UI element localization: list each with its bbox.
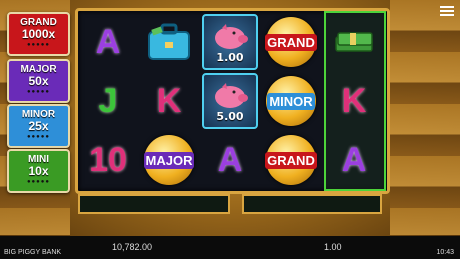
coin-label: GRAND	[265, 33, 317, 51]
vault-wall-right	[390, 0, 460, 235]
game-title: BIG PIGGY BANK	[4, 249, 62, 256]
symbol-label: K	[156, 82, 182, 120]
symbol-label: J	[98, 82, 118, 120]
symbol-k: K	[326, 73, 382, 129]
message-panel-right	[242, 194, 382, 214]
symbol-label: 10	[89, 141, 127, 179]
coin-label: MAJOR	[143, 151, 195, 169]
piggy-value: 5.00	[216, 110, 244, 123]
jackpot-major-value: 50x	[28, 74, 49, 88]
coin-minor: MINOR	[263, 73, 319, 129]
symbol-k: K	[141, 73, 197, 129]
menu-icon[interactable]	[440, 6, 454, 16]
clock: 10:43	[436, 249, 454, 256]
coin-major: MAJOR	[141, 132, 197, 188]
symbol-label: A	[217, 141, 243, 179]
jackpot-minor-pips: ●●●●●	[26, 134, 51, 140]
symbol-a: A	[326, 132, 382, 188]
symbol-a: A	[202, 132, 258, 188]
symbol-j: J	[80, 73, 136, 129]
reel-grid: A J 10 K MAJOR 1.00 5.00 A GRAND MINOR G…	[75, 8, 390, 194]
jackpot-grand: GRAND 1000x ●●●●●	[7, 12, 70, 56]
symbol-a: A	[80, 14, 136, 70]
piggy-bank-icon: 5.00	[202, 73, 258, 129]
balance-value: 10,782.00	[112, 242, 153, 252]
cash-stack-icon	[326, 14, 382, 70]
jackpot-major: MAJOR 50x ●●●●●	[7, 59, 70, 103]
jackpot-minor-value: 25x	[28, 119, 49, 133]
jackpot-grand-value: 1000x	[21, 27, 56, 41]
footer-bar: BIG PIGGY BANK 10,782.00 1.00 10:43	[0, 236, 460, 259]
cash-case-icon	[141, 14, 197, 70]
coin-label: GRAND	[265, 151, 317, 169]
jackpot-major-pips: ●●●●●	[26, 89, 51, 95]
coin-grand: GRAND	[263, 132, 319, 188]
coin-label: MINOR	[267, 92, 315, 110]
jackpot-mini-value: 10x	[28, 164, 49, 178]
bet-value[interactable]: 1.00	[324, 242, 342, 252]
symbol-label: A	[95, 23, 121, 61]
message-panel-left	[78, 194, 230, 214]
symbol-10: 10	[80, 132, 136, 188]
jackpot-mini-pips: ●●●●●	[26, 179, 51, 185]
jackpot-grand-pips: ●●●●●	[26, 42, 51, 48]
jackpot-mini: MINI 10x ●●●●●	[7, 149, 70, 193]
piggy-bank-icon: 1.00	[202, 14, 258, 70]
jackpot-minor: MINOR 25x ●●●●●	[7, 104, 70, 148]
symbol-label: A	[341, 141, 367, 179]
piggy-value: 1.00	[216, 51, 244, 64]
coin-grand: GRAND	[263, 14, 319, 70]
symbol-label: K	[341, 82, 367, 120]
